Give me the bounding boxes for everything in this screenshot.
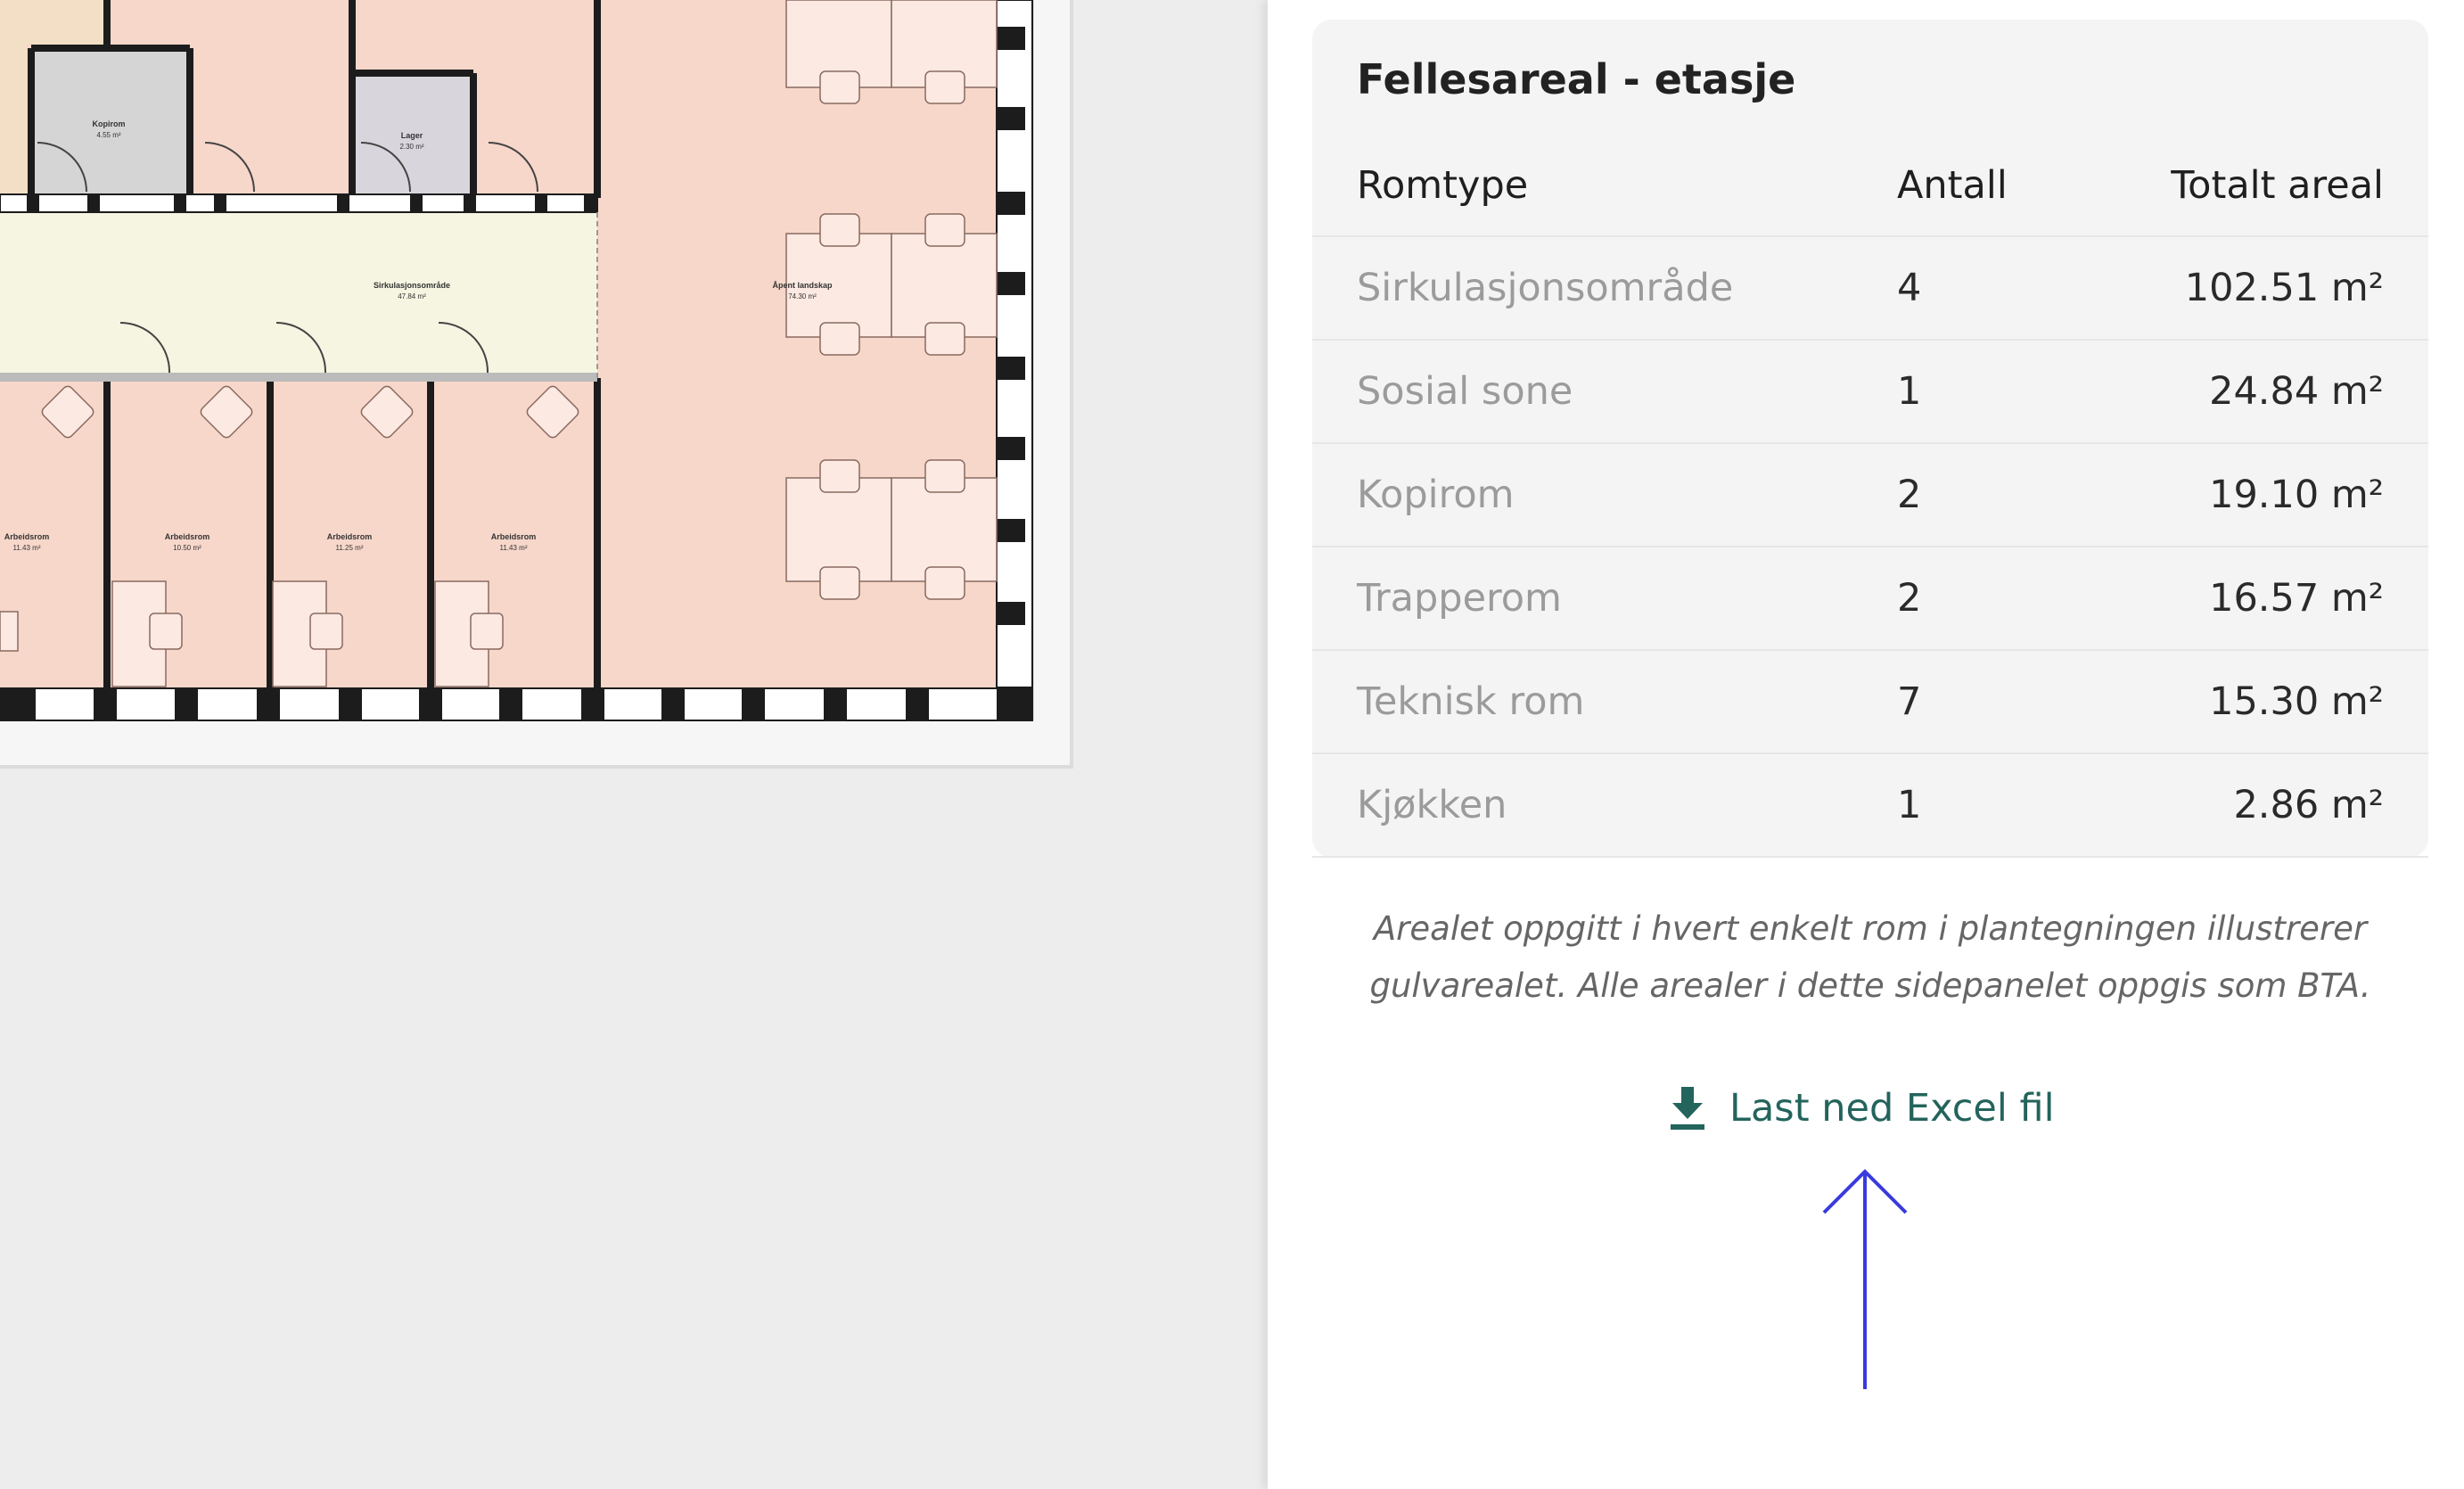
row-count: 2 xyxy=(1897,576,1922,621)
download-icon xyxy=(1671,1087,1704,1130)
row-type: Trapperom xyxy=(1357,576,1562,621)
room-label-sirkulasjon: Sirkulasjonsområde xyxy=(374,281,450,290)
area-summary-card: Fellesareal - etasje Romtype Antall Tota… xyxy=(1312,20,2428,858)
download-excel-button[interactable]: Last ned Excel fil xyxy=(1669,1077,2055,1139)
column-header-area: Totalt areal xyxy=(2171,163,2384,208)
row-type: Kopirom xyxy=(1357,473,1515,517)
room-area-arbeidsrom-3: 11.25 m² xyxy=(336,544,364,552)
area-note: Arealet oppgitt i hvert enkelt rom i pla… xyxy=(1369,909,2371,1005)
table-row: Kjøkken 1 2.86 m² xyxy=(1312,754,2428,858)
room-label-lager: Lager xyxy=(401,131,423,140)
room-area-landskap: 74.30 m² xyxy=(788,292,817,300)
stair-fill xyxy=(0,0,27,196)
room-area-kopirom: 4.55 m² xyxy=(96,131,120,139)
table-row: Kopirom 2 19.10 m² xyxy=(1312,444,2428,547)
row-count: 1 xyxy=(1897,783,1922,827)
room-area-arbeidsrom-2: 10.50 m² xyxy=(173,544,201,552)
row-count: 7 xyxy=(1897,679,1922,724)
row-area: 2.86 m² xyxy=(2233,783,2384,827)
row-area: 19.10 m² xyxy=(2209,473,2384,517)
sirkulasjon-room xyxy=(0,212,597,378)
row-type: Kjøkken xyxy=(1357,783,1507,827)
row-area: 102.51 m² xyxy=(2184,266,2384,310)
corridor-wall-bottom xyxy=(0,373,597,382)
room-area-arbeidsrom-4: 11.43 m² xyxy=(500,544,528,552)
table-header: Romtype Antall Totalt areal xyxy=(1312,136,2428,237)
row-count: 1 xyxy=(1897,369,1922,414)
arrow-up-icon xyxy=(1822,1169,1908,1389)
download-label: Last ned Excel fil xyxy=(1729,1086,2055,1131)
stair-fill-top xyxy=(27,0,107,45)
column-header-type: Romtype xyxy=(1357,163,1529,208)
room-label-arbeidsrom-2: Arbeidsrom xyxy=(165,532,210,541)
room-area-arbeidsrom-1: 11.43 m² xyxy=(13,544,41,552)
row-area: 24.84 m² xyxy=(2209,369,2384,414)
row-type: Sirkulasjonsområde xyxy=(1357,266,1734,310)
row-count: 2 xyxy=(1897,473,1922,517)
table-row: Sirkulasjonsområde 4 102.51 m² xyxy=(1312,237,2428,341)
row-type: Teknisk rom xyxy=(1357,679,1585,724)
column-header-count: Antall xyxy=(1897,163,2008,208)
row-count: 4 xyxy=(1897,266,1922,310)
card-title: Fellesareal - etasje xyxy=(1357,55,1796,103)
table-row: Sosial sone 1 24.84 m² xyxy=(1312,341,2428,444)
room-label-arbeidsrom-4: Arbeidsrom xyxy=(491,532,537,541)
side-panel: Fellesareal - etasje Romtype Antall Tota… xyxy=(1268,0,2464,1489)
room-label-kopirom: Kopirom xyxy=(93,119,126,128)
room-area-lager: 2.30 m² xyxy=(399,143,423,151)
table-row: Teknisk rom 7 15.30 m² xyxy=(1312,651,2428,754)
table-row: Trapperom 2 16.57 m² xyxy=(1312,547,2428,651)
row-type: Sosial sone xyxy=(1357,369,1573,414)
row-area: 15.30 m² xyxy=(2209,679,2384,724)
floor-plan-area[interactable]: Kopirom 4.55 m² Lager 2.30 m² Sirkulasjo… xyxy=(0,0,1268,1489)
row-area: 16.57 m² xyxy=(2209,576,2384,621)
room-label-landskap: Åpent landskap xyxy=(772,281,833,290)
floor-plan-drawing: Kopirom 4.55 m² Lager 2.30 m² Sirkulasjo… xyxy=(0,0,1034,721)
room-label-arbeidsrom-3: Arbeidsrom xyxy=(327,532,373,541)
room-area-sirkulasjon: 47.84 m² xyxy=(398,292,426,300)
room-label-arbeidsrom-1: Arbeidsrom xyxy=(4,532,50,541)
